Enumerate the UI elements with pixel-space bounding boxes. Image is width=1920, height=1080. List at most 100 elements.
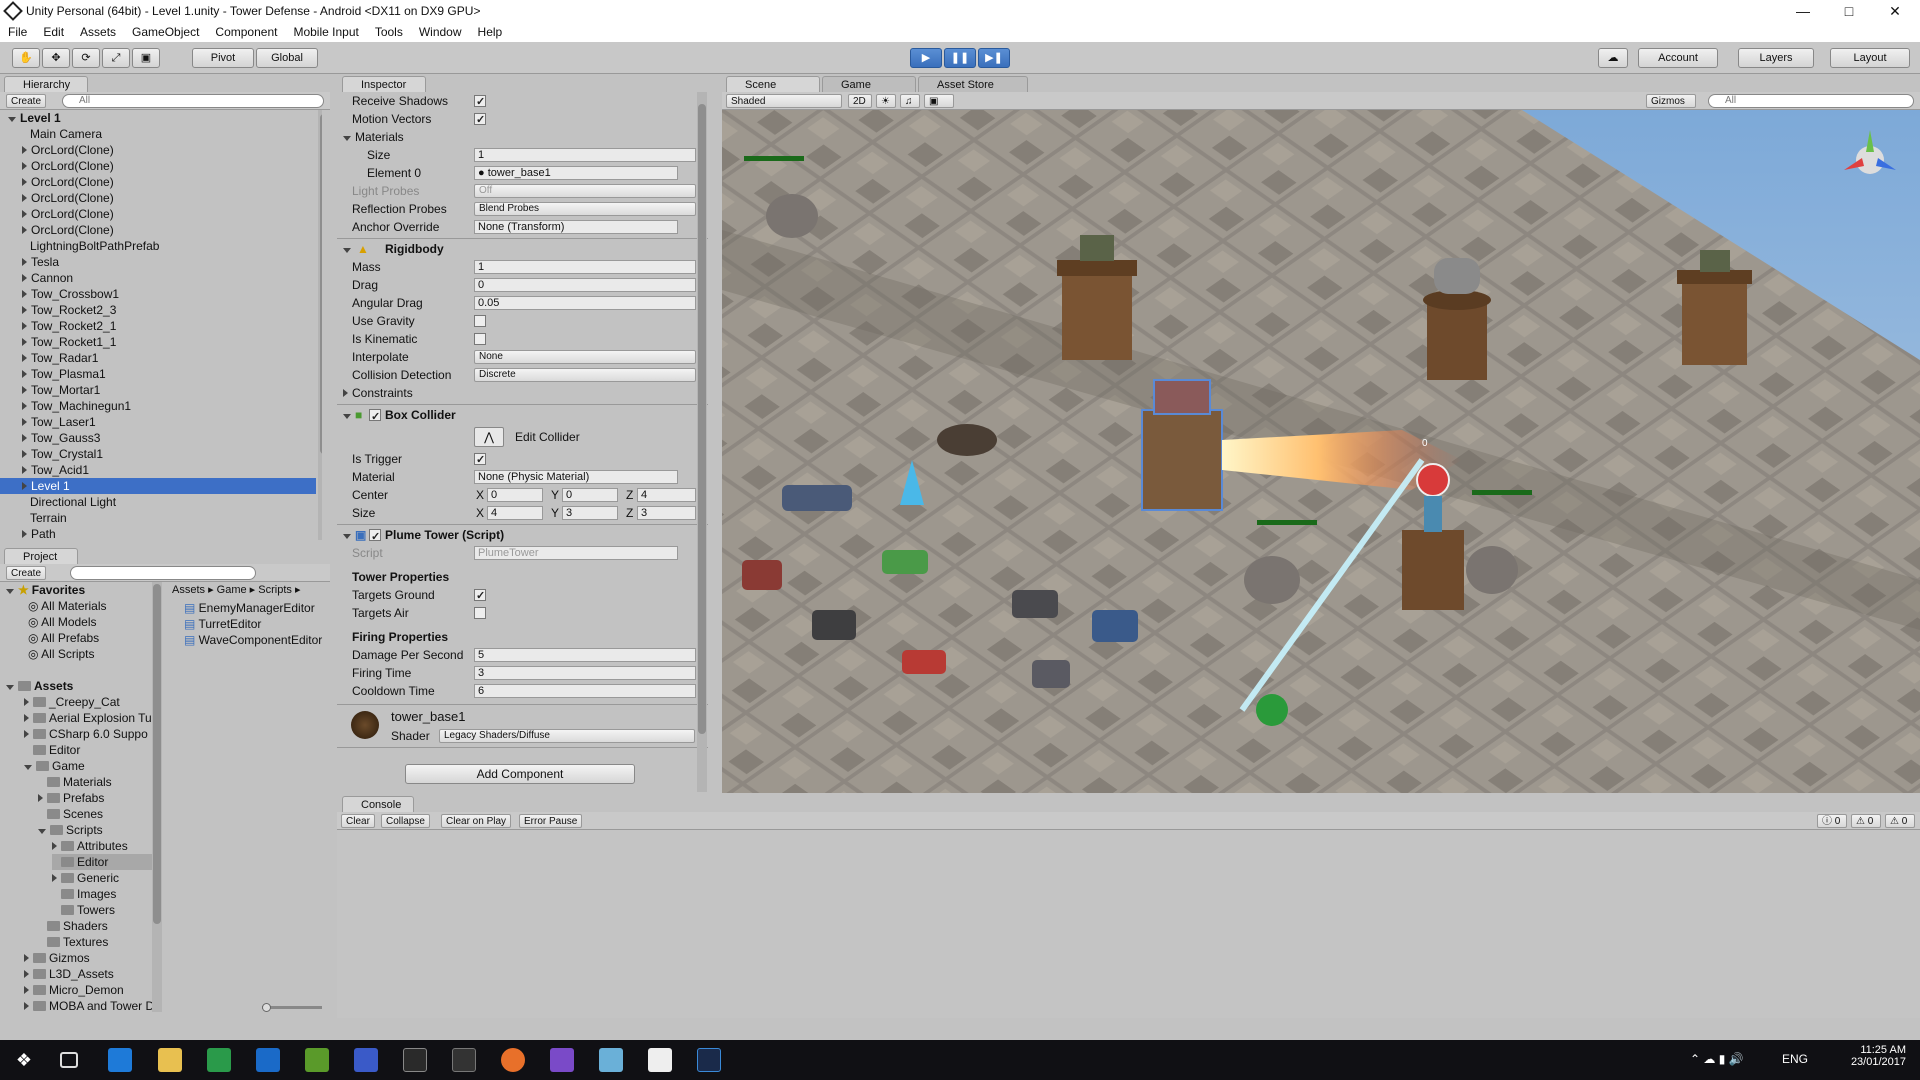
project-folder[interactable]: Aerial Explosion Tu <box>24 710 152 726</box>
lighting-toggle-icon[interactable]: ☀ <box>876 94 896 108</box>
targets-air-checkbox[interactable] <box>474 607 486 619</box>
terminal-icon[interactable] <box>452 1048 476 1072</box>
gizmos-dropdown[interactable]: Gizmos <box>1646 94 1696 108</box>
play-button[interactable]: ▶ <box>910 48 942 68</box>
expand-arrow-icon[interactable] <box>22 530 27 538</box>
hierarchy-item[interactable]: Cannon <box>0 270 316 286</box>
cooldown-time-field[interactable]: 6 <box>474 684 696 698</box>
breadcrumb-game[interactable]: Game <box>217 584 247 596</box>
expand-arrow-icon[interactable] <box>22 258 27 266</box>
menu-gameobject[interactable]: GameObject <box>124 25 207 39</box>
machinegun-tower[interactable] <box>1012 590 1058 618</box>
tray-icons[interactable]: ⌃ ☁ ▮ 🔊 <box>1690 1052 1744 1066</box>
hierarchy-search-input[interactable]: All <box>62 94 324 108</box>
targets-ground-checkbox[interactable] <box>474 587 486 605</box>
project-create-button[interactable]: Create <box>6 566 47 580</box>
collision-detection-dropdown[interactable]: Discrete <box>474 368 696 382</box>
hierarchy-item[interactable]: Tow_Radar1 <box>0 350 316 366</box>
step-button[interactable]: ▶❚ <box>978 48 1010 68</box>
project-folder[interactable]: Generic <box>52 870 119 886</box>
project-folder[interactable]: Scenes <box>38 806 103 822</box>
drag-field[interactable]: 0 <box>474 278 696 292</box>
project-folder[interactable]: Editor <box>52 854 158 870</box>
project-folder[interactable]: Materials <box>38 774 112 790</box>
center-x-field[interactable]: 0 <box>487 488 543 502</box>
project-folder[interactable]: Micro_Demon <box>24 982 124 998</box>
project-folder[interactable]: _Creepy_Cat <box>24 694 120 710</box>
menu-mobile-input[interactable]: Mobile Input <box>285 25 366 39</box>
project-folder[interactable]: Scripts <box>38 822 103 838</box>
outlook-icon[interactable] <box>256 1048 280 1072</box>
expand-arrow-icon[interactable] <box>24 986 29 994</box>
audio-toggle-icon[interactable]: ♫ <box>900 94 920 108</box>
expand-arrow-icon[interactable] <box>22 354 27 362</box>
account-dropdown[interactable]: Account <box>1638 48 1718 68</box>
project-folder[interactable]: Gizmos <box>24 950 90 966</box>
expand-arrow-icon[interactable] <box>24 714 29 722</box>
close-button[interactable]: ✕ <box>1872 0 1918 22</box>
app-icon[interactable] <box>305 1048 329 1072</box>
expand-arrow-icon[interactable] <box>22 194 27 202</box>
task-view-icon[interactable] <box>60 1052 78 1068</box>
favorite-item[interactable]: ◎ All Materials <box>28 598 107 614</box>
size-y-field[interactable]: 3 <box>562 506 618 520</box>
unity-icon[interactable] <box>648 1048 672 1072</box>
global-toggle[interactable]: Global <box>256 48 318 68</box>
expand-arrow-icon[interactable] <box>24 765 32 770</box>
plasma-tower[interactable] <box>1092 610 1138 642</box>
expand-arrow-icon[interactable] <box>22 306 27 314</box>
expand-arrow-icon[interactable] <box>22 290 27 298</box>
hierarchy-item[interactable]: Tow_Plasma1 <box>0 366 316 382</box>
expand-arrow-icon[interactable] <box>22 162 27 170</box>
size-x-field[interactable]: 4 <box>487 506 543 520</box>
orc-enemy[interactable] <box>1244 556 1300 604</box>
is-trigger-checkbox[interactable] <box>474 451 486 469</box>
console-error-count[interactable]: ⚠ 0 <box>1885 814 1915 828</box>
center-y-field[interactable]: 0 <box>562 488 618 502</box>
expand-arrow-icon[interactable] <box>22 210 27 218</box>
expand-arrow-icon[interactable] <box>22 434 27 442</box>
materials-size-field[interactable]: 1 <box>474 148 696 162</box>
script-file[interactable]: ▤ TurretEditor <box>184 616 261 632</box>
console-collapse-button[interactable]: Collapse <box>381 814 430 828</box>
hierarchy-item[interactable]: Tow_Laser1 <box>0 414 316 430</box>
expand-arrow-icon[interactable] <box>22 402 27 410</box>
menu-file[interactable]: File <box>0 25 35 39</box>
project-folder[interactable]: Game <box>24 758 85 774</box>
photoshop-icon[interactable] <box>697 1048 721 1072</box>
favorite-item[interactable]: ◎ All Prefabs <box>28 630 99 646</box>
constraints-foldout[interactable]: Constraints <box>343 384 413 402</box>
clock[interactable]: 11:25 AM 23/01/2017 <box>1830 1044 1906 1068</box>
hierarchy-item[interactable]: Tow_Mortar1 <box>0 382 316 398</box>
hierarchy-item[interactable]: Tow_Crystal1 <box>0 446 316 462</box>
materials-foldout[interactable]: Materials <box>343 128 404 146</box>
console-clear-button[interactable]: Clear <box>341 814 375 828</box>
expand-arrow-icon[interactable] <box>22 450 27 458</box>
visual-studio-icon[interactable] <box>550 1048 574 1072</box>
expand-arrow-icon[interactable] <box>22 146 27 154</box>
app-icon[interactable] <box>354 1048 378 1072</box>
hierarchy-item[interactable]: OrcLord(Clone) <box>0 142 316 158</box>
console-log-area[interactable] <box>337 830 1920 1018</box>
windows-start-icon[interactable]: ❖ <box>12 1048 36 1072</box>
interpolate-dropdown[interactable]: None <box>474 350 696 364</box>
use-gravity-checkbox[interactable] <box>474 315 486 327</box>
expand-arrow-icon[interactable] <box>22 418 27 426</box>
expand-arrow-icon[interactable] <box>24 1002 29 1010</box>
app-icon[interactable] <box>403 1048 427 1072</box>
edge-icon[interactable] <box>108 1048 132 1072</box>
edit-collider-icon[interactable]: ⋀ <box>474 427 504 447</box>
plume-tower-enabled-checkbox[interactable] <box>369 527 381 547</box>
hand-tool-icon[interactable]: ✋ <box>12 48 40 68</box>
scene-view[interactable]: 0 <box>722 110 1920 793</box>
scene-viewport[interactable]: 0 <box>722 110 1920 793</box>
gauss-tower[interactable] <box>782 485 852 511</box>
reflection-probes-dropdown[interactable]: Blend Probes <box>474 202 696 216</box>
move-tool-icon[interactable]: ✥ <box>42 48 70 68</box>
app-icon[interactable] <box>599 1048 623 1072</box>
expand-arrow-icon[interactable] <box>22 338 27 346</box>
hierarchy-scrollbar[interactable] <box>318 110 322 540</box>
firing-time-field[interactable]: 3 <box>474 666 696 680</box>
project-search-input[interactable] <box>70 566 256 580</box>
box-collider-header[interactable]: ■ Box Collider <box>337 404 708 427</box>
